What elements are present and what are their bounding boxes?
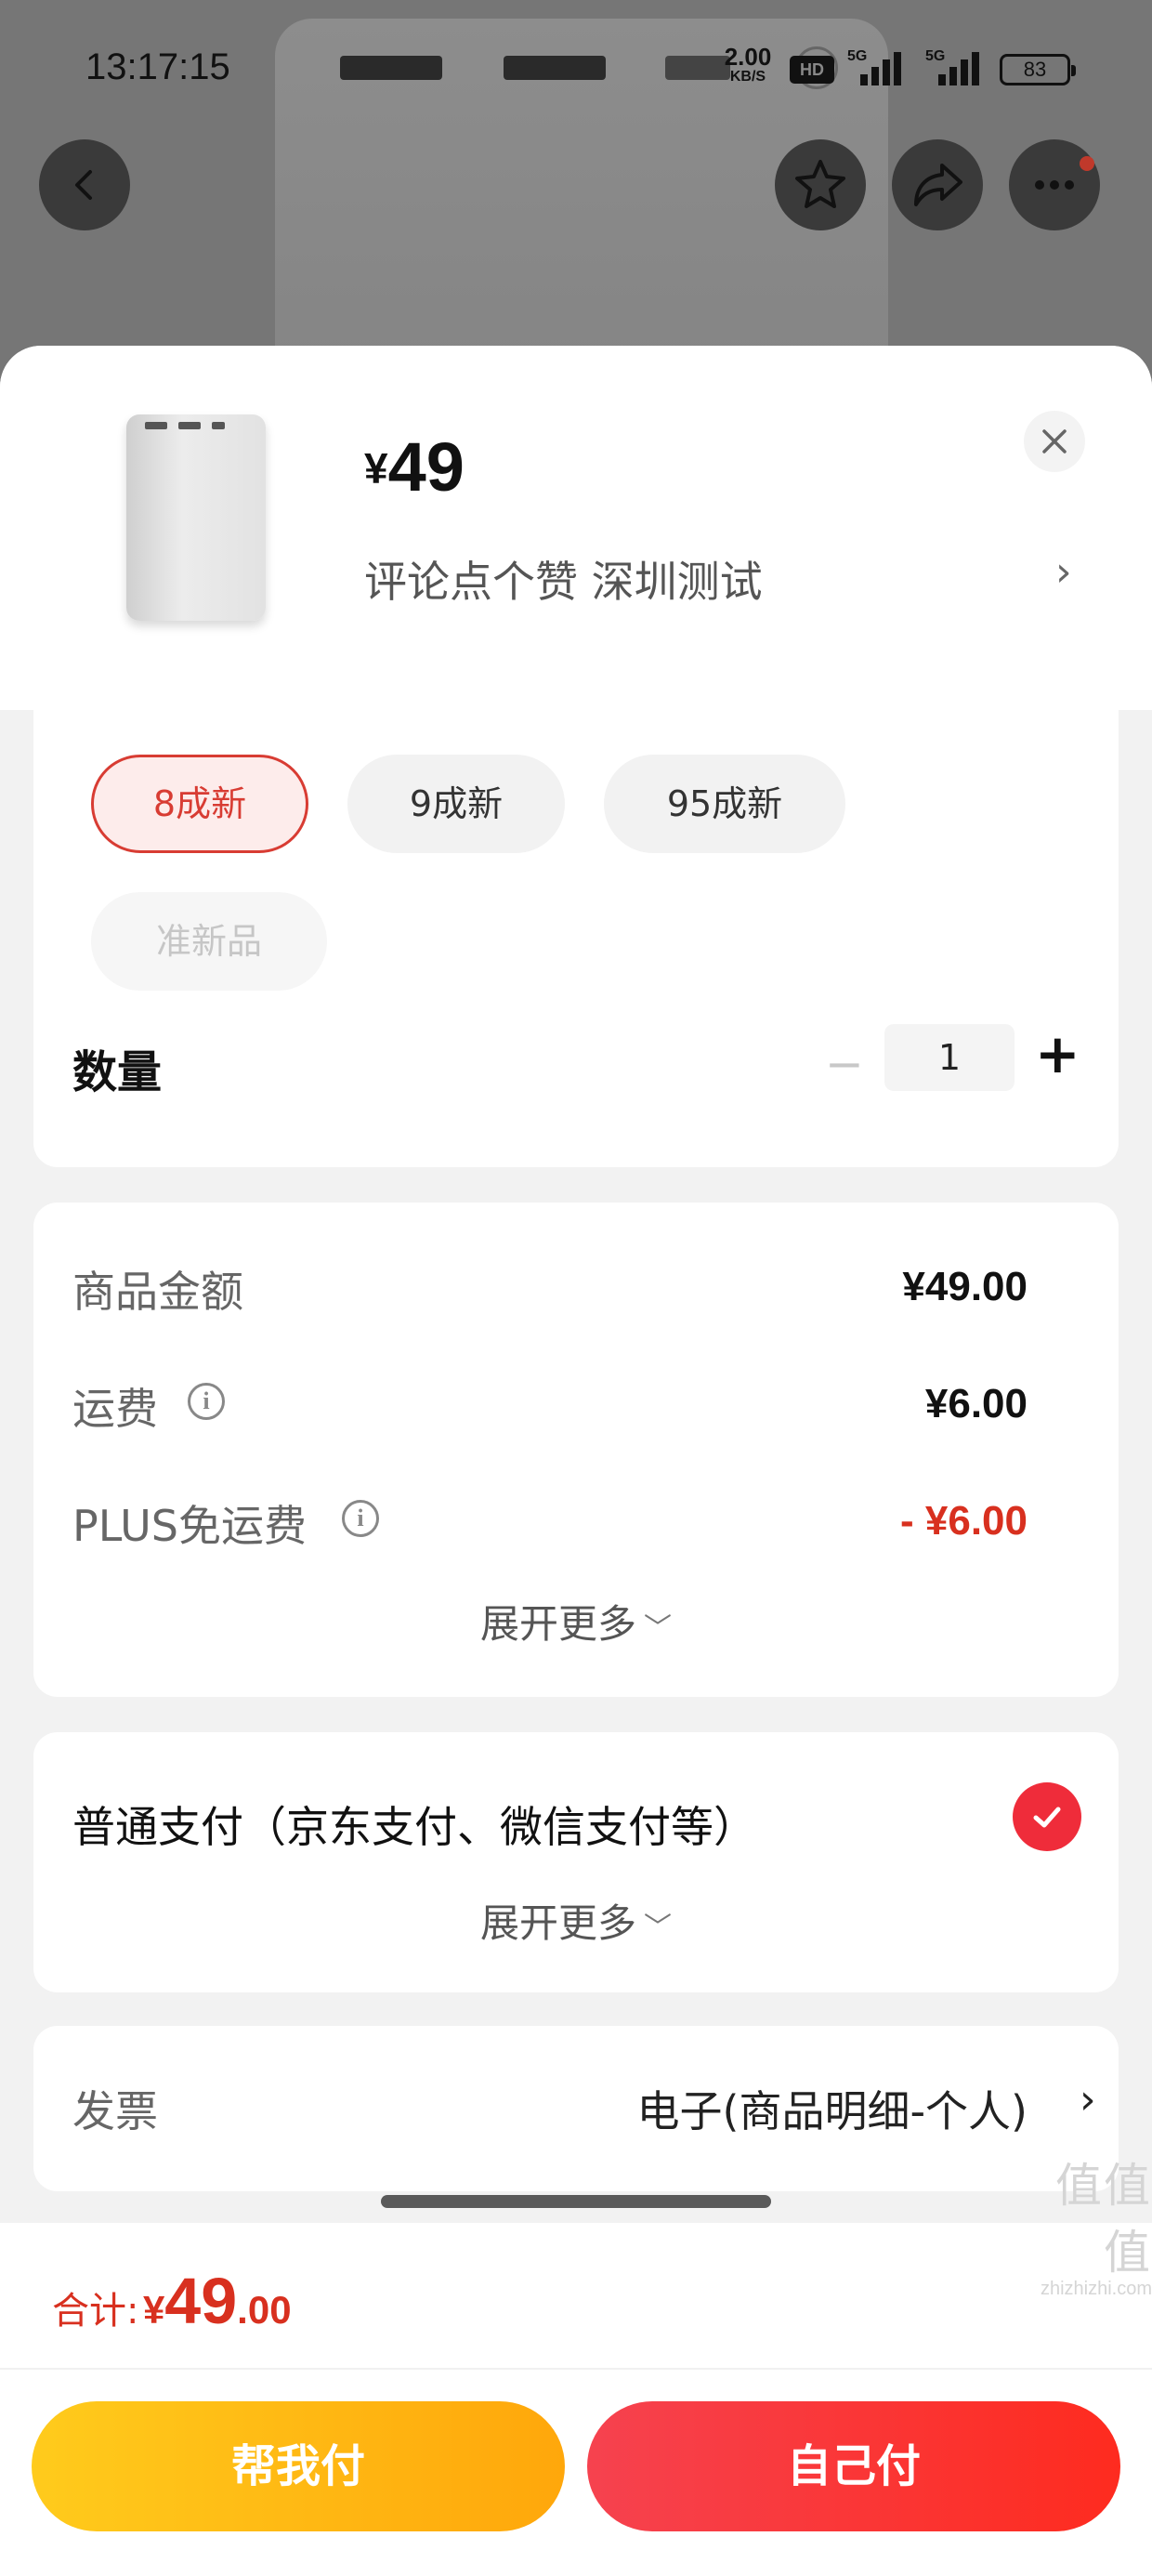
price-currency: ¥ [364, 444, 388, 493]
signal-bar [871, 67, 879, 85]
signal-icon: 5G [925, 48, 981, 85]
invoice-card[interactable]: 发票 电子(商品明细-个人) › [33, 2026, 1119, 2191]
purchase-sheet: ¥49 评论点个赞 深圳测试 › 8成新 9成新 95成新 准新品 数量 − 1… [0, 346, 1152, 2576]
watermark: 值值值 zhizhizhi.com [1009, 2149, 1152, 2300]
payment-expand-more-button[interactable]: 展开更多 ﹀ [33, 1892, 1119, 1949]
condition-chip-like-new: 准新品 [91, 892, 327, 991]
total-decimal: .00 [237, 2288, 292, 2332]
back-button[interactable] [39, 139, 130, 230]
price-value: 49 [387, 428, 465, 506]
payment-card: 普通支付（京东支付、微信支付等） 展开更多 ﹀ [33, 1732, 1119, 1992]
more-button[interactable] [1009, 139, 1100, 230]
watermark-url: zhizhizhi.com [1040, 2279, 1152, 2299]
chevron-down-icon: ﹀ [644, 1612, 672, 1645]
close-icon [1042, 429, 1067, 453]
status-bar: 13:17:15 2.00 KB/S HD 5G 5G 83 [0, 0, 1152, 139]
goods-amount-value: ¥49.00 [902, 1264, 1028, 1309]
chevron-left-icon [75, 170, 92, 200]
product-thumbnail [126, 414, 266, 621]
signal-bar [938, 74, 946, 85]
condition-chip-9[interactable]: 9成新 [347, 755, 565, 853]
signal-bar [949, 67, 957, 85]
network-speed-value: 2.00 [724, 43, 772, 71]
expand-more-button[interactable]: 展开更多 ﹀ [33, 1593, 1119, 1649]
thumb-port [145, 422, 167, 429]
info-icon[interactable]: i [342, 1500, 379, 1537]
info-icon[interactable]: i [188, 1383, 225, 1420]
share-button[interactable] [892, 139, 983, 230]
total-integer: 49 [164, 2265, 238, 2337]
condition-chip-95[interactable]: 95成新 [604, 755, 845, 853]
options-card: 8成新 9成新 95成新 准新品 数量 − 1 + [33, 710, 1119, 1167]
chevron-right-icon: › [1080, 2076, 1096, 2123]
signal-icon: 5G [847, 48, 903, 85]
close-button[interactable] [1024, 411, 1085, 472]
signal-bar [961, 59, 968, 85]
total-currency: ¥ [142, 2288, 165, 2332]
thumb-port [212, 422, 225, 429]
check-icon [1033, 1807, 1061, 1828]
total-label: 合计: [52, 2290, 139, 2333]
quantity-decrement-button[interactable]: − [825, 1037, 864, 1091]
divider [0, 2368, 1152, 2370]
goods-amount-label: 商品金额 [72, 1267, 243, 1317]
payment-method-label[interactable]: 普通支付（京东支付、微信支付等） [72, 1794, 756, 1855]
sheet-header: ¥49 评论点个赞 深圳测试 › [0, 346, 1152, 710]
signal-tag: 5G [925, 48, 946, 64]
home-indicator[interactable] [381, 2195, 771, 2208]
signal-tag: 5G [847, 48, 868, 64]
payment-selected-check[interactable] [1013, 1782, 1081, 1851]
quantity-label: 数量 [72, 1046, 163, 1098]
signal-bar [883, 59, 890, 85]
plus-free-shipping-label: PLUS免运费 [72, 1501, 307, 1551]
product-subtitle[interactable]: 评论点个赞 深圳测试 [364, 548, 763, 610]
plus-discount-value: - ¥6.00 [900, 1498, 1028, 1544]
condition-chip-8[interactable]: 8成新 [91, 755, 308, 853]
hd-icon: HD [790, 56, 834, 84]
expand-more-label: 展开更多 [479, 1900, 636, 1946]
star-icon [795, 160, 845, 208]
chevron-down-icon: ﹀ [644, 1912, 672, 1944]
pay-for-me-button[interactable]: 帮我付 [32, 2401, 565, 2531]
notification-dot [1080, 156, 1094, 171]
more-dots-icon [1035, 180, 1074, 190]
shipping-label: 运费 [72, 1384, 158, 1434]
signal-bar [894, 52, 901, 85]
quantity-increment-button[interactable]: + [1035, 1022, 1080, 1085]
product-price: ¥49 [364, 427, 465, 506]
status-time: 13:17:15 [85, 46, 230, 87]
order-total: 合计: ¥49.00 [52, 2264, 292, 2338]
favorite-button[interactable] [775, 139, 866, 230]
signal-bar [972, 52, 979, 85]
invoice-label: 发票 [72, 2086, 158, 2136]
signal-bar [860, 74, 868, 85]
thumb-port [178, 422, 201, 429]
checkout-footer: 合计: ¥49.00 帮我付 自己付 [0, 2223, 1152, 2576]
watermark-logo: 值值值 [1055, 2160, 1152, 2279]
chevron-right-icon[interactable]: › [1055, 548, 1072, 596]
pay-myself-button[interactable]: 自己付 [587, 2401, 1120, 2531]
cost-card: 商品金额 ¥49.00 运费 i ¥6.00 PLUS免运费 i - ¥6.00… [33, 1203, 1119, 1697]
expand-more-label: 展开更多 [479, 1601, 636, 1647]
network-speed-unit: KB/S [729, 69, 766, 85]
quantity-input[interactable]: 1 [884, 1024, 1015, 1091]
share-icon [914, 164, 962, 206]
network-speed: 2.00 KB/S [715, 45, 780, 85]
invoice-value: 电子(商品明细-个人) [636, 2086, 1028, 2136]
battery-icon: 83 [1000, 54, 1076, 85]
shipping-value: ¥6.00 [924, 1381, 1028, 1426]
